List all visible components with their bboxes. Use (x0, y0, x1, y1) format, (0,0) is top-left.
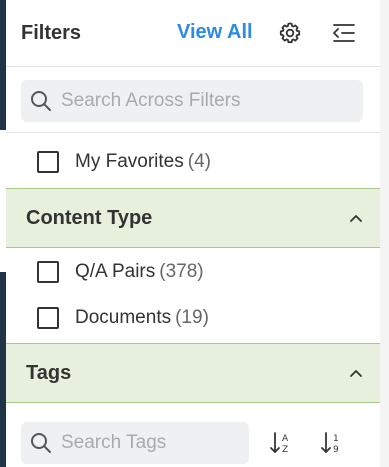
search-tags-input[interactable] (61, 432, 241, 454)
filters-panel: Filters View All My Fa (6, 0, 381, 467)
svg-text:Z: Z (282, 445, 288, 455)
content-type-title: Content Type (26, 206, 153, 229)
favorites-filter[interactable]: My Favorites (4) (6, 142, 380, 182)
tags-section-header[interactable]: Tags (6, 343, 380, 403)
filters-header: Filters View All (6, 0, 380, 67)
search-tags-box (21, 422, 249, 464)
search-icon (31, 91, 51, 111)
search-across-filters-input[interactable] (61, 90, 341, 112)
qa-pairs-label: Q/A Pairs (75, 261, 156, 282)
content-type-item-documents[interactable]: Documents (19) (6, 298, 380, 338)
search-across-filters-box (21, 80, 363, 122)
chevron-up-icon (350, 370, 362, 377)
documents-count: (19) (175, 307, 209, 328)
documents-checkbox[interactable] (37, 307, 59, 329)
search-filters-row (6, 66, 380, 133)
favorites-count: (4) (187, 151, 211, 172)
svg-text:9: 9 (333, 445, 339, 455)
collapse-panel-icon (333, 24, 355, 42)
qa-pairs-count: (378) (159, 261, 204, 282)
gear-icon (279, 22, 301, 44)
chevron-up-icon (350, 215, 362, 222)
sort-alphabetical-button[interactable]: A Z (265, 428, 297, 458)
favorites-label: My Favorites (75, 151, 184, 172)
content-type-section-header[interactable]: Content Type (6, 188, 380, 248)
panel-scroll-gutter[interactable] (380, 0, 389, 467)
qa-pairs-checkbox[interactable] (37, 261, 59, 283)
filters-title: Filters (21, 22, 82, 44)
settings-button[interactable] (275, 18, 305, 48)
search-icon (31, 433, 51, 453)
tags-title: Tags (26, 361, 72, 384)
sort-numeric-button[interactable]: 1 9 (316, 428, 348, 458)
svg-text:1: 1 (333, 434, 339, 444)
favorites-checkbox[interactable] (37, 151, 59, 173)
collapse-panel-button[interactable] (329, 18, 359, 48)
content-type-item-qa-pairs[interactable]: Q/A Pairs (378) (6, 252, 380, 292)
sort-alpha-icon: A Z (270, 432, 289, 455)
svg-text:A: A (282, 434, 289, 444)
view-all-link[interactable]: View All (177, 21, 253, 44)
sort-numeric-icon: 1 9 (321, 432, 339, 455)
documents-label: Documents (75, 307, 172, 328)
